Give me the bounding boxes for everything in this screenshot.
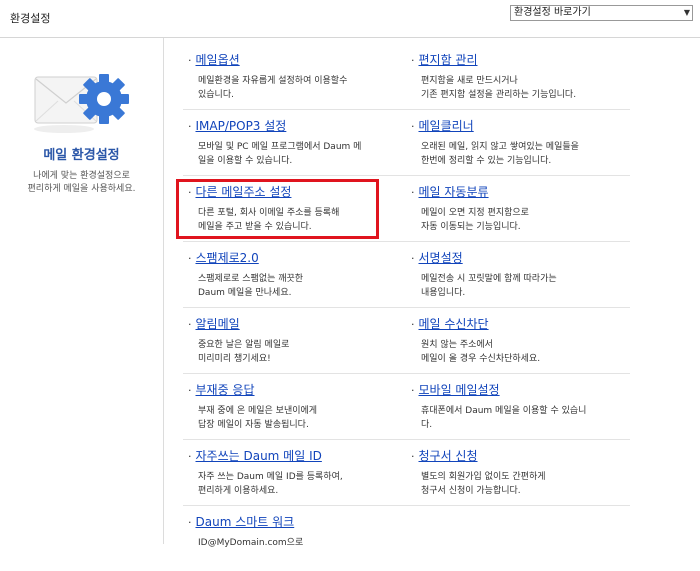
bill-request-link[interactable]: 청구서 신청 xyxy=(419,449,478,463)
item-desc: 한번에 정리할 수 있는 기능입니다. xyxy=(421,156,552,166)
item-desc: 스팸제로로 스팸없는 깨끗한 xyxy=(198,274,304,284)
bullet: · xyxy=(188,54,192,67)
bullet: · xyxy=(188,252,192,265)
settings-item-spam-zero: · 스팸제로2.0 스팸제로로 스팸없는 깨끗한 Daum 메일을 만나세요. xyxy=(188,251,398,300)
item-desc: 내용입니다. xyxy=(421,288,466,298)
sidebar-description-line: 편리하게 메일을 사용하세요. xyxy=(27,184,136,194)
item-desc: 모바일 및 PC 메일 프로그램에서 Daum 메 xyxy=(198,142,362,152)
sidebar: 메일 환경설정 나에게 맞는 환경설정으로 편리하게 메일을 사용하세요. xyxy=(0,38,164,544)
page-title: 환경설정 xyxy=(10,12,51,25)
block-senders-link[interactable]: 메일 수신차단 xyxy=(419,317,489,331)
item-desc: 편지함을 새로 만드시거나 xyxy=(421,76,518,86)
item-desc: 자주 쓰는 Daum 메일 ID를 등록하여, xyxy=(198,472,343,482)
settings-row: · 부재중 응답 부재 중에 온 메일은 보낸이에게답장 메일이 자동 발송됩니다… xyxy=(183,374,630,440)
settings-shortcut-select-value: 환경설정 바로가기 xyxy=(514,7,591,18)
settings-grid: · 메일옵션 메일환경을 자유롭게 설정하여 이용할수있습니다. · 편지함 관리 … xyxy=(183,44,630,571)
settings-item-alert-mail: · 알림메일 중요한 날은 알림 메일로미리미리 챙기세요! xyxy=(188,317,398,366)
bullet: · xyxy=(188,318,192,331)
bullet: · xyxy=(188,516,192,529)
settings-item-signature: · 서명설정 메일전송 시 꼬릿말에 함께 따라가는내용입니다. xyxy=(411,251,621,300)
item-desc: 미리미리 챙기세요! xyxy=(198,354,271,364)
bullet: · xyxy=(411,318,415,331)
settings-shortcut-select[interactable]: 환경설정 바로가기 ▼ xyxy=(510,5,693,21)
smart-work-link[interactable]: Daum 스마트 워크 xyxy=(196,515,295,529)
bullet: · xyxy=(411,450,415,463)
settings-item-auto-sort: · 메일 자동분류 메일이 오면 지정 편지함으로자동 이동되는 기능입니다. xyxy=(411,185,621,234)
settings-row: · Daum 스마트 워크 ID@MyDomain.com으로 xyxy=(183,506,630,571)
settings-item-mobile-mail: · 모바일 메일설정 휴대폰에서 Daum 메일을 이용할 수 있습니다. xyxy=(411,383,621,432)
item-desc: 부재 중에 온 메일은 보낸이에게 xyxy=(198,406,318,416)
item-desc: 휴대폰에서 Daum 메일을 이용할 수 있습니 xyxy=(421,406,587,416)
bullet: · xyxy=(411,384,415,397)
signature-link[interactable]: 서명설정 xyxy=(419,251,463,265)
item-desc: 있습니다. xyxy=(198,90,234,100)
settings-row: · IMAP/POP3 설정 모바일 및 PC 메일 프로그램에서 Daum 메일… xyxy=(183,110,630,176)
auto-reply-link[interactable]: 부재중 응답 xyxy=(196,383,255,397)
sidebar-description-line: 나에게 맞는 환경설정으로 xyxy=(33,171,130,181)
settings-row: · 알림메일 중요한 날은 알림 메일로미리미리 챙기세요! · 메일 수신차단 원… xyxy=(183,308,630,374)
bullet: · xyxy=(411,186,415,199)
bullet: · xyxy=(188,384,192,397)
settings-item-frequent-id: · 자주쓰는 Daum 메일 ID 자주 쓰는 Daum 메일 ID를 등록하여,… xyxy=(188,449,398,498)
item-desc: 편리하게 이용하세요. xyxy=(198,486,279,496)
item-desc: 자동 이동되는 기능입니다. xyxy=(421,222,521,232)
auto-sort-link[interactable]: 메일 자동분류 xyxy=(419,185,489,199)
bullet: · xyxy=(411,120,415,133)
bullet: · xyxy=(188,120,192,133)
sidebar-description: 나에게 맞는 환경설정으로 편리하게 메일을 사용하세요. xyxy=(0,170,163,196)
bullet: · xyxy=(411,252,415,265)
item-desc: 오래된 메일, 읽지 않고 쌓여있는 메일들을 xyxy=(421,142,579,152)
item-desc: 청구서 신청이 가능합니다. xyxy=(421,486,521,496)
item-desc: 다. xyxy=(421,420,433,430)
settings-row: · 스팸제로2.0 스팸제로로 스팸없는 깨끗한 Daum 메일을 만나세요. · 서… xyxy=(183,242,630,308)
item-desc: 메일환경을 자유롭게 설정하여 이용할수 xyxy=(198,76,348,86)
spam-zero-link[interactable]: 스팸제로2.0 xyxy=(196,251,259,265)
item-desc: 메일전송 시 꼬릿말에 함께 따라가는 xyxy=(421,274,557,284)
item-desc: 중요한 날은 알림 메일로 xyxy=(198,340,290,350)
highlight-box xyxy=(176,179,379,239)
item-desc: 원치 않는 주소에서 xyxy=(421,340,493,350)
item-desc: ID@MyDomain.com으로 xyxy=(198,538,304,548)
sidebar-title: 메일 환경설정 xyxy=(43,148,120,163)
settings-item-bill-request: · 청구서 신청 별도의 회원가입 없이도 간편하게청구서 신청이 가능합니다. xyxy=(411,449,621,498)
item-desc: 일을 이용할 수 있습니다. xyxy=(198,156,293,166)
settings-item-mail-options: · 메일옵션 메일환경을 자유롭게 설정하여 이용할수있습니다. xyxy=(188,53,398,102)
folder-manage-link[interactable]: 편지함 관리 xyxy=(419,53,478,67)
item-desc: 별도의 회원가입 없이도 간편하게 xyxy=(421,472,546,482)
item-desc: 메일이 올 경우 수신차단하세요. xyxy=(421,354,541,364)
item-desc: 메일이 오면 지정 편지함으로 xyxy=(421,208,529,218)
mail-settings-icon xyxy=(34,74,129,133)
bullet: · xyxy=(411,54,415,67)
settings-item-smart-work: · Daum 스마트 워크 ID@MyDomain.com으로 xyxy=(188,515,398,550)
settings-item-auto-reply: · 부재중 응답 부재 중에 온 메일은 보낸이에게답장 메일이 자동 발송됩니다… xyxy=(188,383,398,432)
bullet: · xyxy=(188,450,192,463)
settings-row: · 자주쓰는 Daum 메일 ID 자주 쓰는 Daum 메일 ID를 등록하여,… xyxy=(183,440,630,506)
imap-pop3-link[interactable]: IMAP/POP3 설정 xyxy=(196,119,287,133)
mail-options-link[interactable]: 메일옵션 xyxy=(196,53,240,67)
chevron-down-icon[interactable]: ▼ xyxy=(684,6,690,20)
mobile-mail-link[interactable]: 모바일 메일설정 xyxy=(419,383,500,397)
settings-row: · 메일옵션 메일환경을 자유롭게 설정하여 이용할수있습니다. · 편지함 관리 … xyxy=(183,44,630,110)
settings-item-block-senders: · 메일 수신차단 원치 않는 주소에서메일이 올 경우 수신차단하세요. xyxy=(411,317,621,366)
settings-item-imap-pop3: · IMAP/POP3 설정 모바일 및 PC 메일 프로그램에서 Daum 메일… xyxy=(188,119,398,168)
item-desc: 답장 메일이 자동 발송됩니다. xyxy=(198,420,309,430)
alert-mail-link[interactable]: 알림메일 xyxy=(196,317,240,331)
settings-item-mail-cleaner: · 메일클리너 오래된 메일, 읽지 않고 쌓여있는 메일들을한번에 정리할 수 … xyxy=(411,119,621,168)
item-desc: Daum 메일을 만나세요. xyxy=(198,288,292,298)
frequent-id-link[interactable]: 자주쓰는 Daum 메일 ID xyxy=(196,449,322,463)
item-desc: 기존 편지함 설정을 관리하는 기능입니다. xyxy=(421,90,577,100)
mail-cleaner-link[interactable]: 메일클리너 xyxy=(419,119,474,133)
settings-item-folder-manage: · 편지함 관리 편지함을 새로 만드시거나기존 편지함 설정을 관리하는 기능입… xyxy=(411,53,621,102)
top-bar: 환경설정 환경설정 바로가기 ▼ xyxy=(0,0,700,38)
